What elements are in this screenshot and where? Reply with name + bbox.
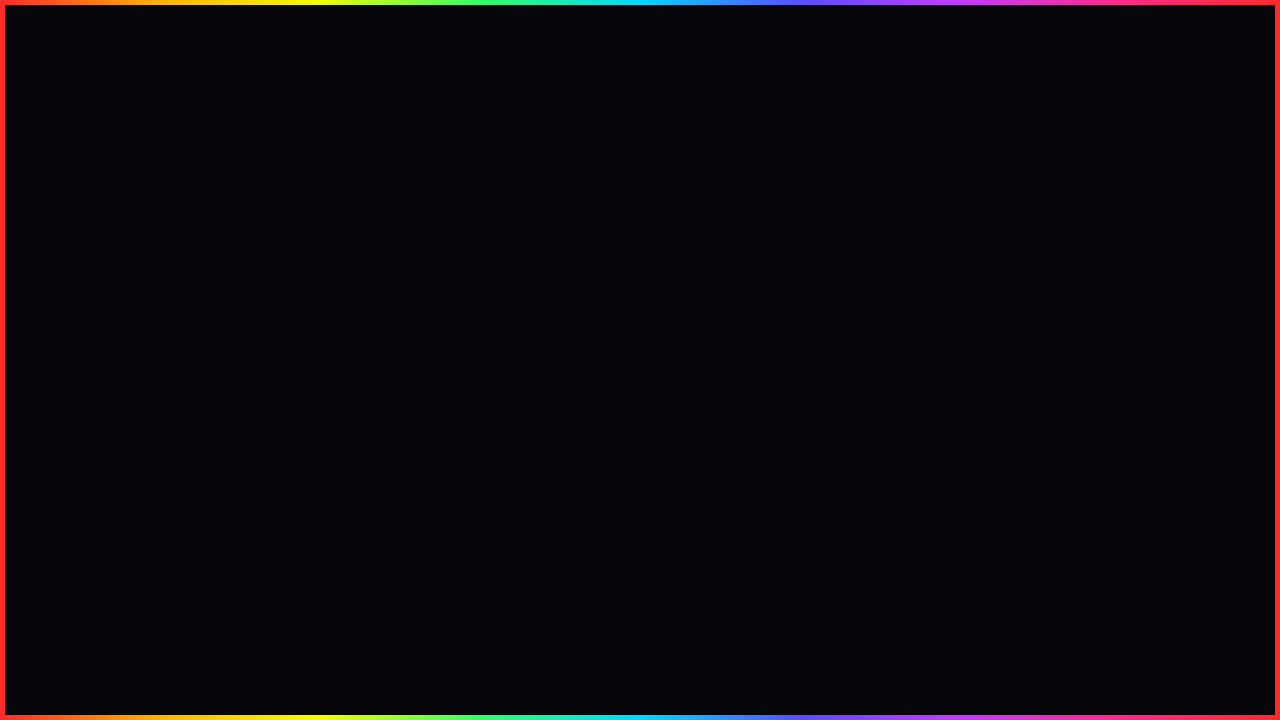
- chat-message: ◕ taylorlancaster1109 wwwwww: [889, 317, 1210, 352]
- chat-message: ◕ bloody_knuckless2 IF SHE CUTS HER HAIR…: [889, 194, 1210, 241]
- decorative-ring: [330, 491, 340, 501]
- heart-icon: ♥: [845, 548, 855, 565]
- star-icon: ★: [494, 549, 510, 566]
- subscriber-badge-icon: [928, 398, 936, 407]
- avatar-icon: ◕: [896, 323, 920, 347]
- latest-subscriber-box: ★ LATEST SUBSCRIBER: [480, 538, 753, 576]
- chat-message: ◕ jpfunnyboy I'm from New York: [889, 428, 1210, 463]
- chat-username[interactable]: jpfunnyboy: [940, 126, 994, 137]
- avatar-icon: ◕: [896, 286, 920, 310]
- latest-donation-box: $ LATEST DONATION: [480, 610, 750, 648]
- chat-text: nah fr 😭: [928, 140, 967, 151]
- channel-watermark-icon: [788, 459, 806, 469]
- chat-message: ◕ jpfunnyboy I'm back: [889, 354, 1210, 389]
- live-chat-panel[interactable]: LIVECHAT AMBER SHUT YOUR GOLD DIGGER ASS…: [886, 58, 1213, 480]
- chat-message-partial: AMBER SHUT YOUR GOLD DIGGER ASS UP: [889, 96, 1210, 118]
- chat-message: ◕ jpfunnyboy dead ahh 😭 😭: [889, 157, 1210, 192]
- door-edge: [322, 508, 328, 684]
- streamer-right: [196, 602, 308, 684]
- main-video[interactable]: Raspberry - Dj already got me going.: [67, 52, 819, 480]
- chat-username[interactable]: jpfunnyboy: [940, 434, 994, 445]
- subscriber-badge-icon: [928, 127, 936, 136]
- door-handle: [354, 600, 366, 628]
- chat-text: yea: [928, 300, 944, 311]
- avatar-icon: ◕: [896, 360, 920, 384]
- chat-text: wwwwww: [928, 337, 970, 348]
- latest-subscriber-label: LATEST SUBSCRIBER: [518, 547, 578, 566]
- shirt-graphic: [100, 600, 152, 634]
- neutral-face-icon: [242, 251, 296, 305]
- person-seated-right: [760, 315, 816, 477]
- subscriber-badge-icon: [928, 250, 936, 259]
- chat-message: ◕ jpfunnyboy yea: [889, 280, 1210, 315]
- webcam-feed[interactable]: [76, 506, 397, 686]
- latest-follower-value: jpfunnyboy: [958, 548, 1039, 566]
- chat-text: I'm from New York: [928, 448, 1005, 459]
- chat-message: ◕ jpfunnyboy where yall frm: [889, 391, 1210, 426]
- chat-text: IF SHE CUTS HER HAIR SHORT ISTG SHE'LL L…: [928, 214, 1190, 237]
- chat-message: ◕ jpfunnyboy nah fr 😭: [889, 120, 1210, 155]
- chat-username[interactable]: jpfunnyboy: [940, 163, 994, 174]
- chat-message-list[interactable]: AMBER SHUT YOUR GOLD DIGGER ASS UP ◕ jpf…: [889, 96, 1210, 463]
- decorative-ring: [60, 630, 74, 644]
- hoodie-logo: Raspberry: [652, 185, 739, 203]
- avatar-icon: ◕: [896, 163, 920, 187]
- chat-username[interactable]: taylorlancaster1109: [940, 249, 1033, 260]
- wall-picture: [150, 530, 182, 556]
- avatar: [896, 96, 918, 110]
- chat-username[interactable]: jpfunnyboy: [940, 397, 994, 408]
- person-white-shirt: [465, 97, 625, 477]
- latest-follower-label: LATEST FOLLOWER: [866, 547, 918, 566]
- latest-donation-label: LATEST DONATION: [518, 619, 566, 638]
- subscriber-badge-icon: [928, 435, 936, 444]
- streamer-head: [114, 522, 154, 568]
- chat-text: where yall frm: [928, 411, 988, 422]
- avatar-icon: ◕: [896, 397, 920, 421]
- chat-username[interactable]: bloody_knuckless2: [940, 200, 1032, 211]
- latest-follower-box: ♥ LATEST FOLLOWER jpfunnyboy: [828, 538, 1096, 576]
- chat-text: righttttt: [928, 263, 958, 274]
- subscriber-badge-icon: [928, 361, 936, 370]
- latest-cheer-label: LATEST CHEER: [866, 619, 901, 638]
- avatar-icon: ◕: [896, 249, 920, 273]
- latest-cheer-box: ◆ LATEST CHEER: [828, 610, 1101, 648]
- video-subtitle: - Dj already got me going.: [351, 432, 535, 449]
- person-seated-left: [340, 310, 425, 477]
- decorative-ring: [408, 525, 420, 537]
- chat-text: dead ahh 😭 😭: [928, 177, 997, 188]
- avatar-icon: ◕: [896, 200, 920, 224]
- chat-message: ◕ taylorlancaster1109 righttttt: [889, 243, 1210, 278]
- chat-text: I'm back: [928, 374, 964, 385]
- dollar-icon: $: [497, 620, 507, 637]
- subscriber-badge-icon: [928, 324, 936, 333]
- chat-username[interactable]: jpfunnyboy: [940, 360, 994, 371]
- avatar-icon: ◕: [896, 126, 920, 150]
- chat-title: LIVECHAT: [889, 61, 1210, 103]
- subscriber-badge-icon: [928, 201, 936, 210]
- diamond-icon: ◆: [843, 621, 857, 638]
- subscriber-badge-icon: [928, 164, 936, 173]
- subscriber-badge-icon: [928, 287, 936, 296]
- avatar-icon: ◕: [896, 434, 920, 458]
- chat-username[interactable]: taylorlancaster1109: [940, 323, 1033, 334]
- streamer-head: [226, 552, 270, 604]
- chat-username[interactable]: jpfunnyboy: [940, 286, 994, 297]
